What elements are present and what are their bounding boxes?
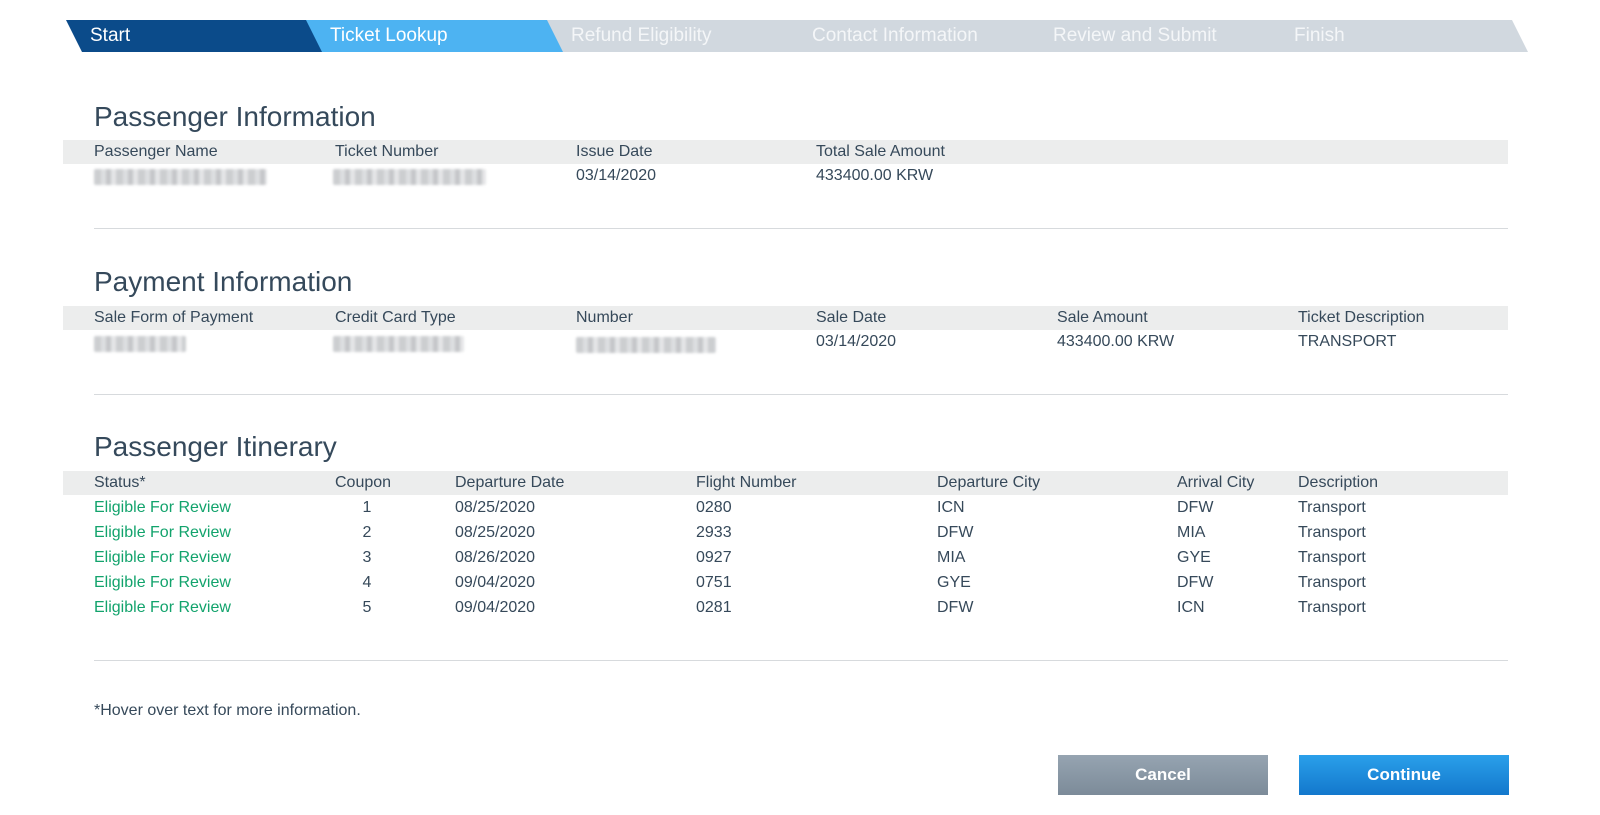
departure-city-value: GYE xyxy=(937,574,971,591)
section-title: Payment Information xyxy=(94,266,353,297)
coupon-value: 1 xyxy=(362,499,372,516)
section-title: Passenger Information xyxy=(94,101,376,132)
col-credit-card-type: Credit Card Type xyxy=(335,309,456,326)
step-review-and-submit: Review and Submit xyxy=(1029,20,1292,52)
arrival-city-value: DFW xyxy=(1177,574,1214,591)
issue-date-value: 03/14/2020 xyxy=(576,167,657,184)
table-header: Passenger Name Ticket Number Issue Date … xyxy=(63,140,1508,164)
col-total-sale-amount: Total Sale Amount xyxy=(816,143,945,160)
col-sale-date: Sale Date xyxy=(816,309,887,326)
coupon-value: 4 xyxy=(362,574,372,591)
col-status: Status* xyxy=(94,474,146,491)
step-label: Contact Information xyxy=(812,25,978,46)
flight-number-value: 2933 xyxy=(696,524,732,541)
status-link[interactable]: Eligible For Review xyxy=(94,521,231,545)
col-sale-amount: Sale Amount xyxy=(1057,309,1148,326)
sale-amount-value: 433400.00 KRW xyxy=(1057,333,1175,350)
step-label: Review and Submit xyxy=(1053,25,1217,46)
col-flight-number: Flight Number xyxy=(696,474,797,491)
arrival-city-value: ICN xyxy=(1177,599,1205,616)
table-header: Status* Coupon Departure Date Flight Num… xyxy=(63,471,1508,495)
step-label: Ticket Lookup xyxy=(330,25,448,46)
step-contact-information: Contact Information xyxy=(788,20,1051,52)
description-value: Transport xyxy=(1298,524,1366,541)
col-ticket-number: Ticket Number xyxy=(335,143,439,160)
departure-city-value: DFW xyxy=(937,599,974,616)
redacted-card-number xyxy=(576,337,716,353)
departure-city-value: MIA xyxy=(937,549,966,566)
divider xyxy=(94,228,1508,229)
col-coupon: Coupon xyxy=(335,474,392,491)
col-departure-date: Departure Date xyxy=(455,474,565,491)
status-link[interactable]: Eligible For Review xyxy=(94,571,231,595)
flight-number-value: 0927 xyxy=(696,549,732,566)
departure-date-value: 09/04/2020 xyxy=(455,599,536,616)
total-sale-amount-value: 433400.00 KRW xyxy=(816,167,934,184)
flight-number-value: 0751 xyxy=(696,574,732,591)
departure-date-value: 08/25/2020 xyxy=(455,524,536,541)
status-link[interactable]: Eligible For Review xyxy=(94,546,231,570)
description-value: Transport xyxy=(1298,499,1366,516)
arrival-city-value: MIA xyxy=(1177,524,1206,541)
redacted-card-type xyxy=(333,336,464,352)
coupon-value: 5 xyxy=(362,599,372,616)
flight-number-value: 0281 xyxy=(696,599,732,616)
description-value: Transport xyxy=(1298,549,1366,566)
progress-stepper: Start Ticket Lookup Refund Eligibility C… xyxy=(66,20,1528,52)
col-passenger-name: Passenger Name xyxy=(94,143,218,160)
table-header: Sale Form of Payment Credit Card Type Nu… xyxy=(63,306,1508,330)
col-departure-city: Departure City xyxy=(937,474,1041,491)
step-ticket-lookup: Ticket Lookup xyxy=(306,20,569,52)
description-value: Transport xyxy=(1298,599,1366,616)
divider xyxy=(94,394,1508,395)
continue-button[interactable]: Continue xyxy=(1299,755,1509,795)
divider xyxy=(94,660,1508,661)
departure-date-value: 08/25/2020 xyxy=(455,499,536,516)
coupon-value: 3 xyxy=(362,549,372,566)
departure-date-value: 08/26/2020 xyxy=(455,549,536,566)
coupon-value: 2 xyxy=(362,524,372,541)
redacted-ticket-number xyxy=(333,169,486,185)
departure-date-value: 09/04/2020 xyxy=(455,574,536,591)
col-sale-form-of-payment: Sale Form of Payment xyxy=(94,309,254,326)
departure-city-value: DFW xyxy=(937,524,974,541)
step-finish: Finish xyxy=(1270,20,1528,52)
redacted-passenger-name xyxy=(94,169,267,185)
hover-footnote: *Hover over text for more information. xyxy=(94,702,361,719)
col-issue-date: Issue Date xyxy=(576,143,653,160)
arrival-city-value: DFW xyxy=(1177,499,1214,516)
col-arrival-city: Arrival City xyxy=(1177,474,1255,491)
departure-city-value: ICN xyxy=(937,499,965,516)
section-title: Passenger Itinerary xyxy=(94,431,337,462)
redacted-form-of-payment xyxy=(94,336,186,352)
ticket-description-value: TRANSPORT xyxy=(1298,333,1397,350)
col-number: Number xyxy=(576,309,633,326)
status-link[interactable]: Eligible For Review xyxy=(94,496,231,520)
flight-number-value: 0280 xyxy=(696,499,732,516)
col-ticket-description: Ticket Description xyxy=(1298,309,1425,326)
step-label: Start xyxy=(90,25,131,46)
step-start: Start xyxy=(66,20,329,52)
arrival-city-value: GYE xyxy=(1177,549,1211,566)
step-label: Finish xyxy=(1294,25,1345,46)
description-value: Transport xyxy=(1298,574,1366,591)
sale-date-value: 03/14/2020 xyxy=(816,333,897,350)
cancel-button[interactable]: Cancel xyxy=(1058,755,1268,795)
status-link[interactable]: Eligible For Review xyxy=(94,596,231,620)
step-label: Refund Eligibility xyxy=(571,25,712,46)
step-refund-eligibility: Refund Eligibility xyxy=(547,20,810,52)
col-description: Description xyxy=(1298,474,1379,491)
